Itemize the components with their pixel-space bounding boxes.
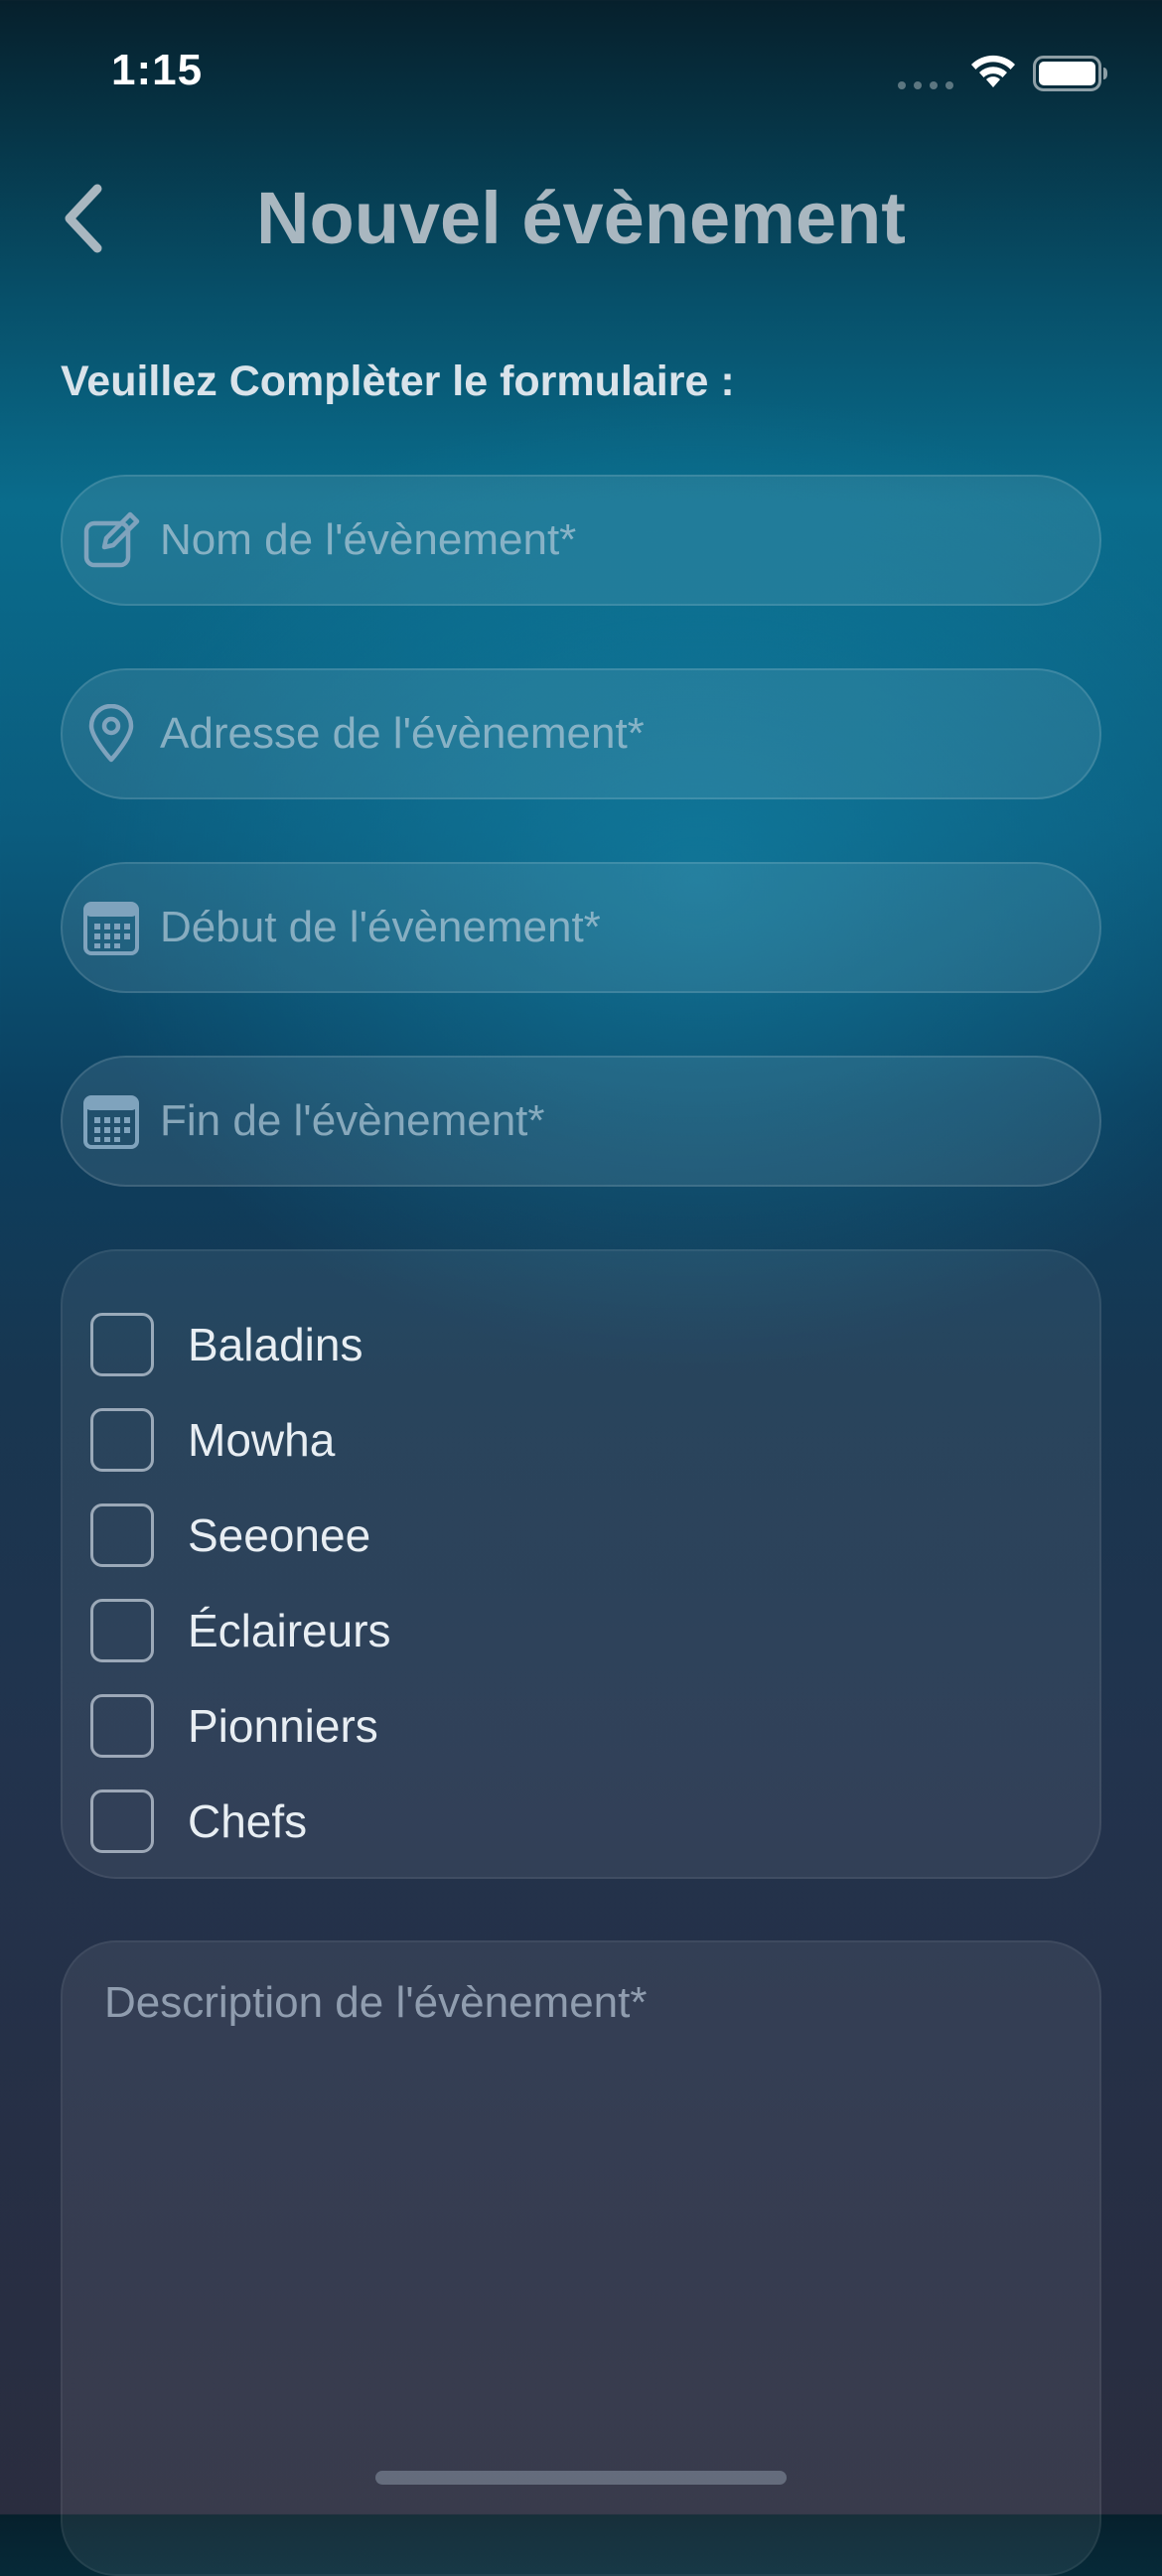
checkbox[interactable]	[90, 1313, 154, 1376]
group-item-mowha[interactable]: Mowha	[90, 1392, 391, 1488]
group-item-eclaireurs[interactable]: Éclaireurs	[90, 1583, 391, 1678]
calendar-icon	[80, 897, 142, 958]
back-button[interactable]	[52, 177, 115, 260]
cellular-signal-icon	[898, 81, 953, 89]
status-bar: 1:15	[0, 0, 1162, 149]
checkbox[interactable]	[90, 1599, 154, 1662]
battery-icon	[1033, 56, 1107, 91]
event-end-input[interactable]	[160, 1058, 1099, 1185]
group-label: Seeonee	[188, 1509, 371, 1561]
group-label: Baladins	[188, 1319, 363, 1370]
group-item-baladins[interactable]: Baladins	[90, 1297, 391, 1392]
group-item-pionniers[interactable]: Pionniers	[90, 1678, 391, 1774]
calendar-icon	[80, 1090, 142, 1152]
home-indicator	[375, 2471, 787, 2485]
group-label: Éclaireurs	[188, 1605, 391, 1656]
event-address-input[interactable]	[160, 670, 1099, 797]
event-end-field[interactable]	[61, 1056, 1101, 1187]
group-list: Baladins Mowha Seeonee Éclaireurs Pionni…	[90, 1297, 391, 1869]
event-start-field[interactable]	[61, 862, 1101, 993]
checkbox[interactable]	[90, 1408, 154, 1472]
page-title: Nouvel évènement	[256, 177, 906, 259]
checkbox[interactable]	[90, 1789, 154, 1853]
event-start-input[interactable]	[160, 864, 1099, 991]
checkbox[interactable]	[90, 1503, 154, 1567]
group-label: Chefs	[188, 1795, 308, 1847]
event-name-field[interactable]	[61, 475, 1101, 606]
group-label: Mowha	[188, 1414, 336, 1466]
group-item-chefs[interactable]: Chefs	[90, 1774, 391, 1869]
group-selection-card: Baladins Mowha Seeonee Éclaireurs Pionni…	[61, 1249, 1101, 1879]
event-address-field[interactable]	[61, 668, 1101, 799]
checkbox[interactable]	[90, 1694, 154, 1758]
event-description-input[interactable]	[104, 1972, 1058, 2489]
form-intro: Veuillez Complèter le formulaire :	[61, 358, 735, 405]
chevron-left-icon	[65, 184, 102, 253]
group-label: Pionniers	[188, 1700, 378, 1752]
event-name-input[interactable]	[160, 477, 1099, 604]
edit-icon	[80, 509, 142, 571]
wifi-icon	[971, 55, 1015, 87]
group-item-seeonee[interactable]: Seeonee	[90, 1488, 391, 1583]
location-pin-icon	[80, 703, 142, 765]
status-time: 1:15	[111, 46, 204, 94]
